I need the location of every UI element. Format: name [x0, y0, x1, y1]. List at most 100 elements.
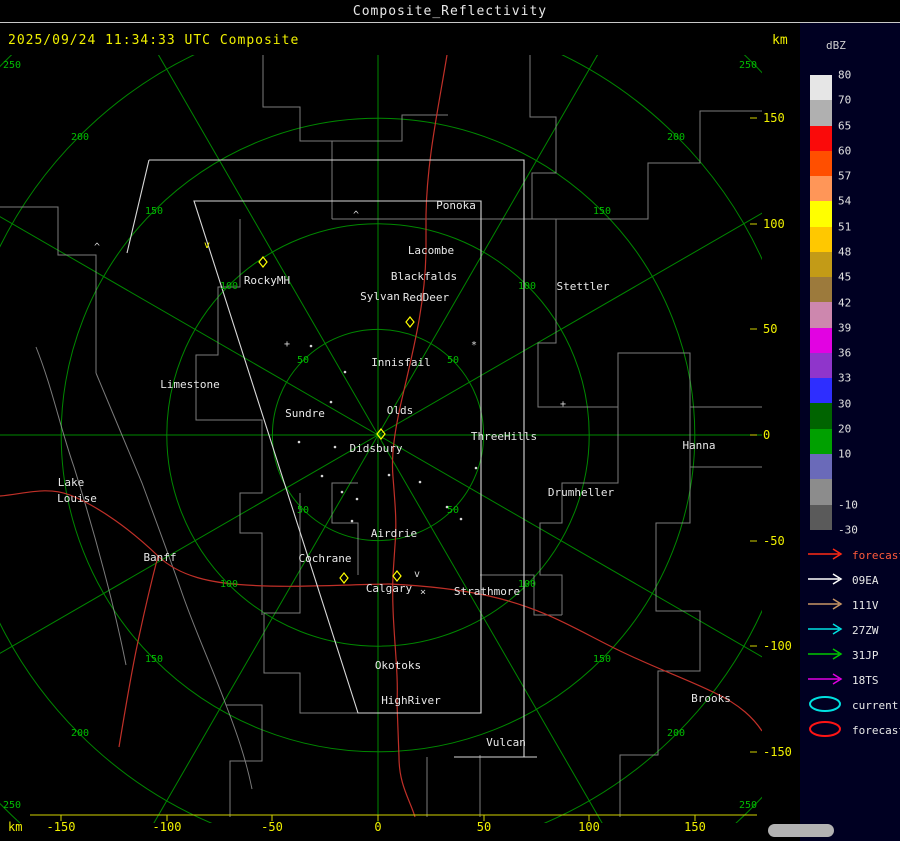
storm-track-arrow-icon — [806, 646, 848, 666]
storm-track-arrow-icon — [806, 621, 848, 641]
legend-label: 111V — [852, 599, 879, 612]
ring-distance-label: 100 — [518, 579, 536, 590]
radar-site-icon — [258, 256, 268, 268]
colorbar-tick-label: 45 — [838, 270, 852, 284]
ring-distance-label: 150 — [145, 654, 163, 665]
colorbar-segment — [810, 428, 832, 454]
colorbar-tick-label: 42 — [838, 296, 852, 310]
radar-site-icon — [405, 316, 415, 328]
legend-row: 18TS — [806, 668, 900, 693]
storm-cell-ellipse-icon — [806, 720, 848, 742]
colorbar-tick-label: 54 — [838, 194, 852, 208]
colorbar-tick-label: 60 — [838, 144, 852, 158]
legend-label: 27ZW — [852, 624, 879, 637]
colorbar-segment — [810, 453, 832, 480]
town-dot — [329, 400, 333, 404]
city-label: Hanna — [682, 439, 715, 452]
radar-map-canvas[interactable]: 50 50 50 50 100 100 100 100 150 150 150 150 200 200 20… — [0, 55, 762, 823]
city-label: Sylvan — [360, 290, 400, 303]
city-label: Didsbury — [350, 442, 403, 455]
city-label: Airdrie — [371, 527, 417, 540]
caret-mark-icon: ^ — [353, 210, 359, 221]
colorbar-segment — [810, 378, 832, 404]
city-label: Vulcan — [486, 736, 526, 749]
town-dot — [459, 517, 463, 521]
town-dot — [333, 445, 337, 449]
ring-distance-label: 200 — [71, 728, 89, 739]
colorbar-tick-label: 57 — [838, 169, 852, 183]
colorbar-unit-label: dBZ — [826, 39, 846, 52]
town-dot — [355, 497, 359, 501]
colorbar-tick-label: 30 — [838, 397, 852, 411]
storm-track-arrow-icon — [806, 571, 848, 591]
town-dot — [309, 344, 313, 348]
colorbar-tick-label: 36 — [838, 346, 852, 360]
radar-site-icon — [339, 572, 349, 584]
city-label: Okotoks — [375, 659, 421, 672]
town-dot — [343, 370, 347, 374]
colorbar-tick-label: 20 — [838, 422, 852, 436]
city-label: Drumheller — [548, 486, 615, 499]
city-label: Banff — [143, 551, 176, 564]
colorbar-segment — [810, 226, 832, 252]
colorbar-tick-label: -10 — [838, 498, 858, 512]
city-label: Louise — [57, 492, 97, 505]
colorbar-segment — [810, 176, 832, 202]
ring-distance-label: 250 — [3, 60, 21, 71]
y-axis-label: 150 — [763, 111, 785, 125]
legend-row: current — [806, 693, 900, 718]
asterisk-mark-icon: * — [471, 340, 477, 351]
ring-distance-label: 150 — [593, 654, 611, 665]
legend-row: 111V — [806, 593, 900, 618]
town-dot — [474, 466, 478, 470]
town-dot — [445, 505, 449, 509]
storm-cell-ellipse-icon — [806, 695, 848, 717]
y-axis-label: 50 — [763, 322, 778, 336]
radar-viewer-window: Composite_Reflectivity 2025/09/24 11:34:… — [0, 0, 900, 841]
ring-distance-label: 200 — [667, 132, 685, 143]
city-label: Lake — [58, 476, 85, 489]
town-dot — [297, 440, 301, 444]
ring-distance-label: 50 — [447, 355, 459, 366]
city-label: Blackfalds — [391, 270, 457, 283]
legend-row: forecast — [806, 718, 900, 743]
colorbar-segment — [810, 277, 832, 303]
colorbar-segment — [810, 504, 832, 530]
colorbar-segment — [810, 75, 832, 101]
colorbar-tick-label: -30 — [838, 523, 858, 537]
colorbar-segment — [810, 327, 832, 353]
storm-track-legend: forecast 09EA 111V 27ZW 31JP 18TS current forec… — [806, 543, 900, 743]
legend-row: 31JP — [806, 643, 900, 668]
legend-label: 09EA — [852, 574, 879, 587]
product-timestamp: 2025/09/24 11:34:33 UTC Composite — [8, 33, 300, 48]
storm-track-arrow-icon — [806, 596, 848, 616]
city-label: Stettler — [557, 280, 610, 293]
legend-label: 18TS — [852, 674, 879, 687]
cross-mark-icon: × — [420, 587, 426, 598]
legend-label: forecast — [852, 549, 900, 562]
window-title: Composite_Reflectivity — [352, 4, 548, 19]
colorbar-segment — [810, 251, 832, 278]
town-dot — [387, 473, 391, 477]
legend-row: forecast — [806, 543, 900, 568]
ring-distance-label: 50 — [297, 355, 309, 366]
city-label: RockyMH — [244, 274, 290, 287]
town-dot — [350, 519, 354, 523]
colorbar-tick-label: 51 — [838, 220, 852, 234]
city-label: RedDeer — [403, 291, 450, 304]
city-label: ThreeHills — [471, 430, 537, 443]
legend-label: 31JP — [852, 649, 879, 662]
colorbar-segment — [810, 302, 832, 328]
ring-distance-label: 50 — [447, 505, 459, 516]
colorbar-segment — [810, 403, 832, 429]
colorbar-segment — [810, 150, 832, 177]
ring-distance-label: 250 — [3, 800, 21, 811]
city-label: Innisfail — [371, 356, 431, 369]
legend-row: 09EA — [806, 568, 900, 593]
storm-track-arrow-icon — [806, 546, 848, 566]
dbz-colorbar-ticks: 80 70 65 60 57 54 51 48 45 42 39 36 33 30 20 10 -10 -30 — [838, 69, 878, 555]
city-label: Calgary — [366, 582, 413, 595]
y-axis-label: -150 — [763, 745, 792, 759]
ring-distance-label: 50 — [297, 505, 309, 516]
scrollbar-thumb[interactable] — [768, 824, 834, 837]
